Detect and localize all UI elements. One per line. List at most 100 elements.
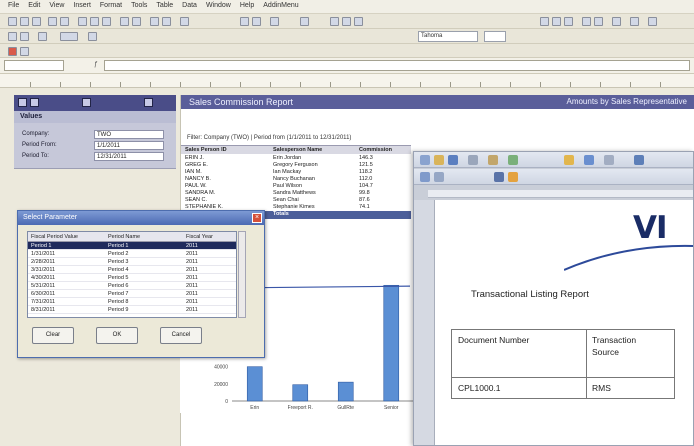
undo-icon[interactable] [120, 17, 129, 26]
align-right-icon[interactable] [564, 17, 573, 26]
preview-icon[interactable] [60, 17, 69, 26]
shapes-icon[interactable] [20, 47, 29, 56]
period-grid-row[interactable]: Period 1 Period 1 2011 [28, 242, 236, 250]
row-name: Ian Mackay [273, 169, 302, 175]
new-doc-icon[interactable] [420, 155, 430, 165]
x-tick-label: GullRte [337, 405, 354, 411]
parameter-panel-toolbar [14, 95, 176, 111]
print-doc-icon[interactable] [468, 155, 478, 165]
clear-button[interactable]: Clear [32, 327, 74, 344]
bold-doc-icon[interactable] [494, 172, 504, 182]
paste-doc-icon[interactable] [488, 155, 498, 165]
sort-icon[interactable] [180, 17, 189, 26]
col-fiscal-year[interactable]: Fiscal Year [186, 234, 213, 240]
underline-icon[interactable] [354, 17, 363, 26]
redo-icon[interactable] [132, 17, 141, 26]
font-name-combo[interactable]: Tahoma [418, 31, 478, 42]
chart-bar [292, 384, 309, 402]
zoom-combo-icon[interactable] [60, 32, 78, 41]
columns-icon[interactable] [604, 155, 614, 165]
period-grid-row[interactable]: 5/31/2011 Period 6 2011 [28, 282, 236, 290]
chart-icon[interactable] [162, 17, 171, 26]
refresh-params-icon[interactable] [82, 98, 91, 107]
ok-button[interactable]: OK [96, 327, 138, 344]
menu-tools[interactable]: Tools [131, 2, 147, 11]
company-field[interactable]: TWO [94, 130, 164, 139]
period-grid-row[interactable]: 4/30/2011 Period 5 2011 [28, 274, 236, 282]
filter-icon[interactable] [252, 17, 261, 26]
menu-edit[interactable]: Edit [28, 2, 40, 11]
cancel-button[interactable]: Cancel [160, 327, 202, 344]
cell-period-name: Period 5 [108, 275, 129, 281]
italic-icon[interactable] [342, 17, 351, 26]
style-icon[interactable] [8, 32, 17, 41]
prev-icon[interactable] [30, 98, 39, 107]
save-doc-icon[interactable] [448, 155, 458, 165]
copy-icon[interactable] [90, 17, 99, 26]
function-icon[interactable]: ƒ [94, 61, 98, 68]
menu-addin[interactable]: AddinMenu [263, 2, 298, 11]
period-grid-header: Fiscal Period Value Period Name Fiscal Y… [28, 232, 236, 242]
spell-icon[interactable] [508, 155, 518, 165]
open-icon[interactable] [20, 17, 29, 26]
paste-icon[interactable] [102, 17, 111, 26]
save-icon[interactable] [32, 17, 41, 26]
folder-icon[interactable] [564, 155, 574, 165]
table-doc-icon[interactable] [584, 155, 594, 165]
dialog-scrollbar[interactable] [238, 231, 246, 318]
menu-data[interactable]: Data [182, 2, 197, 11]
refresh-icon[interactable] [88, 32, 97, 41]
percent-icon[interactable] [594, 17, 603, 26]
period-grid-row[interactable]: 3/31/2011 Period 4 2011 [28, 266, 236, 274]
row-amount: 104.7 [359, 183, 373, 189]
menu-view[interactable]: View [49, 2, 64, 11]
cut-icon[interactable] [78, 17, 87, 26]
print-icon[interactable] [48, 17, 57, 26]
period-grid-row[interactable]: 6/30/2011 Period 7 2011 [28, 290, 236, 298]
border-icon[interactable] [630, 17, 639, 26]
period-grid-row[interactable]: 2/28/2011 Period 3 2011 [28, 258, 236, 266]
indent-icon[interactable] [612, 17, 621, 26]
name-box[interactable] [4, 60, 64, 71]
menu-format[interactable]: Format [100, 2, 122, 11]
help-doc-icon[interactable] [634, 155, 644, 165]
close-icon[interactable]: × [252, 213, 262, 223]
fill-color-icon[interactable] [648, 17, 657, 26]
help-icon[interactable] [300, 17, 309, 26]
bold-icon[interactable] [330, 17, 339, 26]
menu-window[interactable]: Window [206, 2, 231, 11]
font-size-combo[interactable] [484, 31, 506, 42]
menu-help[interactable]: Help [240, 2, 254, 11]
align-left-icon[interactable] [540, 17, 549, 26]
report-row: SANDRA M. Sandra Matthews 99.8 [181, 190, 411, 197]
link-icon[interactable] [38, 32, 47, 41]
sum-icon[interactable] [240, 17, 249, 26]
menu-table[interactable]: Table [156, 2, 173, 11]
first-icon[interactable] [18, 98, 27, 107]
formula-input[interactable] [104, 60, 690, 71]
period-grid-row[interactable]: 8/31/2011 Period 9 2011 [28, 306, 236, 314]
col-period-name[interactable]: Period Name [108, 234, 140, 240]
new-icon[interactable] [8, 17, 17, 26]
period-to-field[interactable]: 12/31/2011 [94, 152, 164, 161]
font-color-icon[interactable] [8, 47, 17, 56]
currency-icon[interactable] [582, 17, 591, 26]
font-doc-icon[interactable] [434, 172, 444, 182]
open-doc-icon[interactable] [434, 155, 444, 165]
format-painter-icon[interactable] [20, 32, 29, 41]
highlight-icon[interactable] [508, 172, 518, 182]
period-grid-row[interactable]: 7/31/2011 Period 8 2011 [28, 298, 236, 306]
col-fiscal-period-value[interactable]: Fiscal Period Value [31, 234, 78, 240]
dialog-title-bar: Select Parameter × [18, 211, 264, 225]
cell-fiscal-year: 2011 [186, 299, 198, 305]
align-center-icon[interactable] [552, 17, 561, 26]
insert-table-icon[interactable] [150, 17, 159, 26]
close-panel-icon[interactable] [144, 98, 153, 107]
menu-file[interactable]: File [8, 2, 19, 11]
menu-insert[interactable]: Insert [73, 2, 91, 11]
period-grid-row[interactable]: 1/31/2011 Period 2 2011 [28, 250, 236, 258]
zoom-icon[interactable] [270, 17, 279, 26]
cell-period-name: Period 3 [108, 259, 129, 265]
period-from-field[interactable]: 1/1/2011 [94, 141, 164, 150]
style-doc-icon[interactable] [420, 172, 430, 182]
